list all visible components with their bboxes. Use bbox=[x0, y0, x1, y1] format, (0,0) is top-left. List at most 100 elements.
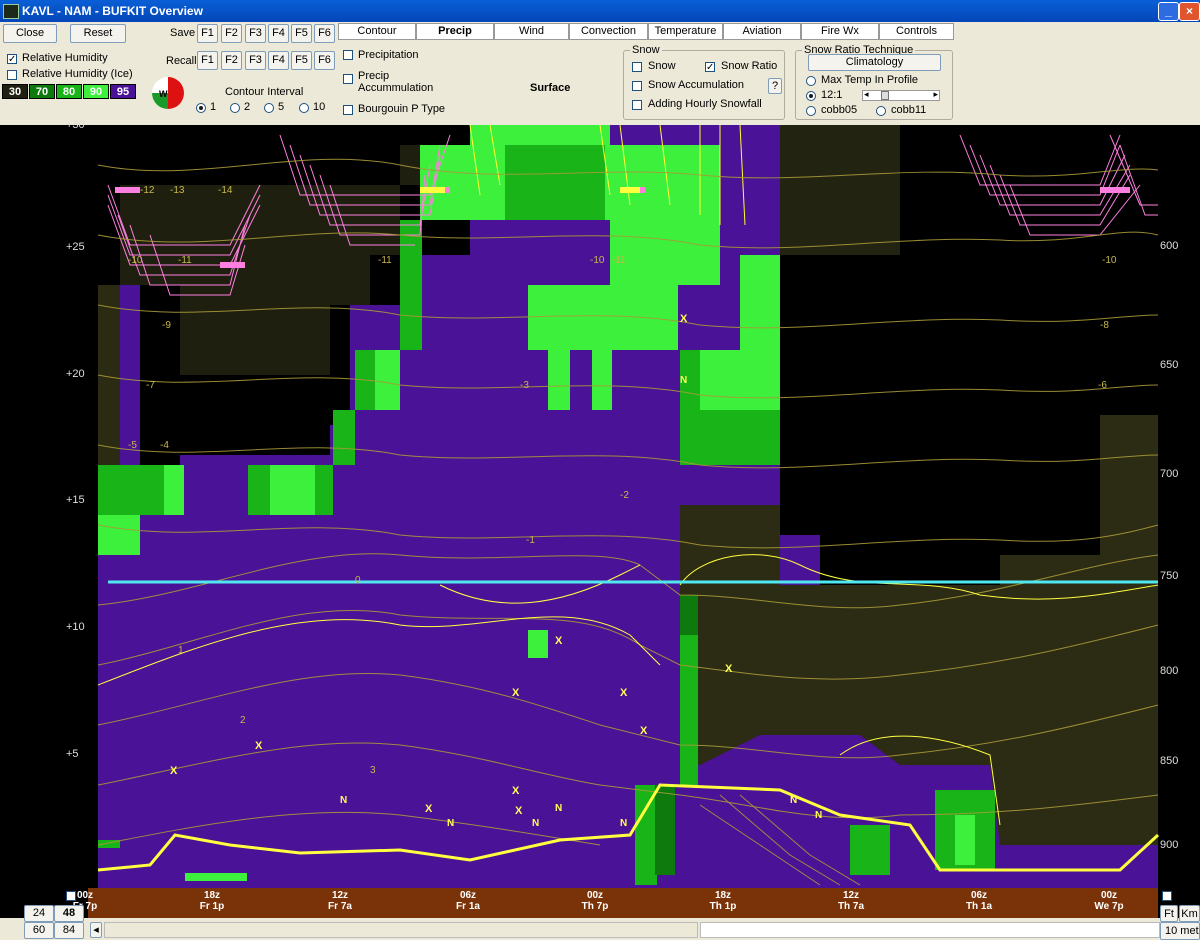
slider-thumb[interactable] bbox=[881, 91, 889, 100]
save-f6-button[interactable]: F6 bbox=[314, 24, 335, 43]
temp-label: -7 bbox=[146, 380, 155, 391]
snow-checkbox[interactable] bbox=[632, 62, 642, 72]
time-left-checkbox[interactable] bbox=[66, 891, 76, 901]
tab-controls[interactable]: Controls bbox=[879, 23, 954, 40]
tab-temperature[interactable]: Temperature bbox=[648, 23, 723, 40]
time-tick[interactable]: 12z Th 7a bbox=[826, 890, 876, 912]
max-temp-radio[interactable] bbox=[806, 76, 816, 86]
height-label: +30 bbox=[66, 119, 85, 131]
recall-f4-button[interactable]: F4 bbox=[268, 51, 289, 70]
slider-left-icon[interactable]: ◂ bbox=[864, 89, 869, 100]
recall-f6-button[interactable]: F6 bbox=[314, 51, 335, 70]
close-button[interactable]: Close bbox=[3, 24, 57, 43]
cross-section-plot bbox=[0, 124, 1200, 888]
temp-label: -4 bbox=[160, 440, 169, 451]
precip-accumulation-checkbox[interactable] bbox=[343, 74, 353, 84]
height-label: +5 bbox=[66, 748, 79, 760]
contour-1-radio[interactable] bbox=[196, 103, 206, 113]
ratio-label: 12:1 bbox=[821, 89, 843, 101]
time-tick[interactable]: 12z Fr 7a bbox=[315, 890, 365, 912]
save-label: Save bbox=[170, 27, 196, 39]
recall-f2-button[interactable]: F2 bbox=[221, 51, 242, 70]
time-tick-utc: 18z bbox=[203, 890, 221, 901]
reset-button[interactable]: Reset bbox=[70, 24, 126, 43]
time-scrollbar[interactable] bbox=[104, 922, 698, 938]
rh-legend-70: 70 bbox=[29, 84, 55, 99]
rh-ice-label: Relative Humidity (Ice) bbox=[22, 68, 133, 80]
tab-precip[interactable]: Precip bbox=[416, 23, 494, 40]
contour-2-radio[interactable] bbox=[230, 103, 240, 113]
snow-ratio-checkbox[interactable]: ✓ bbox=[705, 62, 715, 73]
time-tick[interactable]: 18z Th 1p bbox=[698, 890, 748, 912]
hours-60-button[interactable]: 60 bbox=[24, 922, 54, 939]
precip-accumulation-label-1: Precip bbox=[358, 70, 390, 82]
save-f5-button[interactable]: F5 bbox=[291, 24, 312, 43]
tab-convection[interactable]: Convection bbox=[569, 23, 648, 40]
temp-label: -10 bbox=[590, 255, 605, 266]
ratio-slider[interactable]: ◂ ▸ bbox=[862, 89, 940, 101]
recall-f5-button[interactable]: F5 bbox=[291, 51, 312, 70]
save-f4-button[interactable]: F4 bbox=[268, 24, 289, 43]
tab-contour[interactable]: Contour bbox=[338, 23, 416, 40]
hours-24-button[interactable]: 24 bbox=[24, 905, 54, 922]
scroll-track[interactable] bbox=[700, 922, 1160, 938]
scroll-left-icon[interactable]: ◂ bbox=[90, 922, 102, 938]
rh-legend-80: 80 bbox=[56, 84, 82, 99]
hours-48-button[interactable]: 48 bbox=[54, 905, 84, 922]
time-tick-local: Fr 7a bbox=[328, 901, 352, 912]
close-window-icon[interactable]: × bbox=[1179, 2, 1200, 21]
tab-wind[interactable]: Wind bbox=[494, 23, 569, 40]
height-label: +15 bbox=[66, 494, 85, 506]
time-tick-local: Fr 1p bbox=[199, 901, 225, 912]
rh-checkbox[interactable]: ✓ bbox=[7, 54, 17, 65]
contour-10-radio[interactable] bbox=[299, 103, 309, 113]
save-f3-button[interactable]: F3 bbox=[245, 24, 266, 43]
recall-f1-button[interactable]: F1 bbox=[197, 51, 218, 70]
pressure-label: 900 bbox=[1160, 839, 1179, 851]
time-tick-utc: 00z bbox=[586, 890, 604, 901]
recall-label: Recall bbox=[166, 55, 197, 67]
recall-f3-button[interactable]: F3 bbox=[245, 51, 266, 70]
time-tick[interactable]: 06z Th 1a bbox=[954, 890, 1004, 912]
pressure-label: 600 bbox=[1160, 240, 1179, 252]
time-tick[interactable]: 00z Th 7p bbox=[570, 890, 620, 912]
title-bar: KAVL - NAM - BUFKIT Overview _ × bbox=[0, 0, 1200, 22]
cobb05-radio[interactable] bbox=[806, 106, 816, 116]
save-f2-button[interactable]: F2 bbox=[221, 24, 242, 43]
cobb11-radio[interactable] bbox=[876, 106, 886, 116]
slider-right-icon[interactable]: ▸ bbox=[933, 89, 938, 100]
tab-aviation[interactable]: Aviation bbox=[723, 23, 801, 40]
temp-label: -12 bbox=[140, 185, 155, 196]
minimize-icon[interactable]: _ bbox=[1158, 2, 1179, 21]
precipitation-checkbox[interactable] bbox=[343, 50, 353, 60]
rh-ice-checkbox[interactable] bbox=[7, 70, 17, 80]
snow-symbol: X bbox=[255, 740, 263, 752]
cobb11-label: cobb11 bbox=[891, 104, 927, 116]
time-axis[interactable]: 00z Fr 7p 18z Fr 1p 12z Fr 7a 06z Fr 1a 00z Th 7p… bbox=[73, 888, 1158, 918]
snow-accumulation-checkbox[interactable] bbox=[632, 81, 642, 91]
feet-button[interactable]: Ft bbox=[1160, 905, 1178, 922]
km-button[interactable]: Km bbox=[1179, 905, 1200, 922]
save-f1-button[interactable]: F1 bbox=[197, 24, 218, 43]
window-title: KAVL - NAM - BUFKIT Overview bbox=[22, 4, 203, 18]
contour-5-radio[interactable] bbox=[264, 103, 274, 113]
time-tick[interactable]: 18z Fr 1p bbox=[187, 890, 237, 912]
climatology-button[interactable]: Climatology bbox=[808, 54, 941, 71]
ratio-radio[interactable] bbox=[806, 91, 816, 101]
bufkit-cross-section[interactable]: -12 -13 -14 -10 -11 -11 -10 -11 -10 -9 -8 -7 -6 -5 -4-… bbox=[0, 119, 1200, 888]
time-right-checkbox[interactable] bbox=[1162, 891, 1172, 901]
hourly-snowfall-checkbox[interactable] bbox=[632, 100, 642, 110]
time-tick[interactable]: 06z Fr 1a bbox=[443, 890, 493, 912]
temp-label: -14 bbox=[218, 185, 233, 196]
snow-symbol: X bbox=[725, 663, 733, 675]
hours-84-button[interactable]: 84 bbox=[54, 922, 84, 939]
time-tick-local: Fr 1a bbox=[456, 901, 480, 912]
no-precip-symbol: N bbox=[532, 818, 540, 829]
time-tick-utc: 00z bbox=[1100, 890, 1118, 901]
height-level-select[interactable]: 10 met bbox=[1160, 922, 1200, 940]
pressure-label: 700 bbox=[1160, 468, 1179, 480]
tab-fire-wx[interactable]: Fire Wx bbox=[801, 23, 879, 40]
time-tick[interactable]: 00z We 7p bbox=[1084, 890, 1134, 912]
bourgouin-checkbox[interactable] bbox=[343, 105, 353, 115]
snow-help-button[interactable]: ? bbox=[768, 78, 782, 94]
